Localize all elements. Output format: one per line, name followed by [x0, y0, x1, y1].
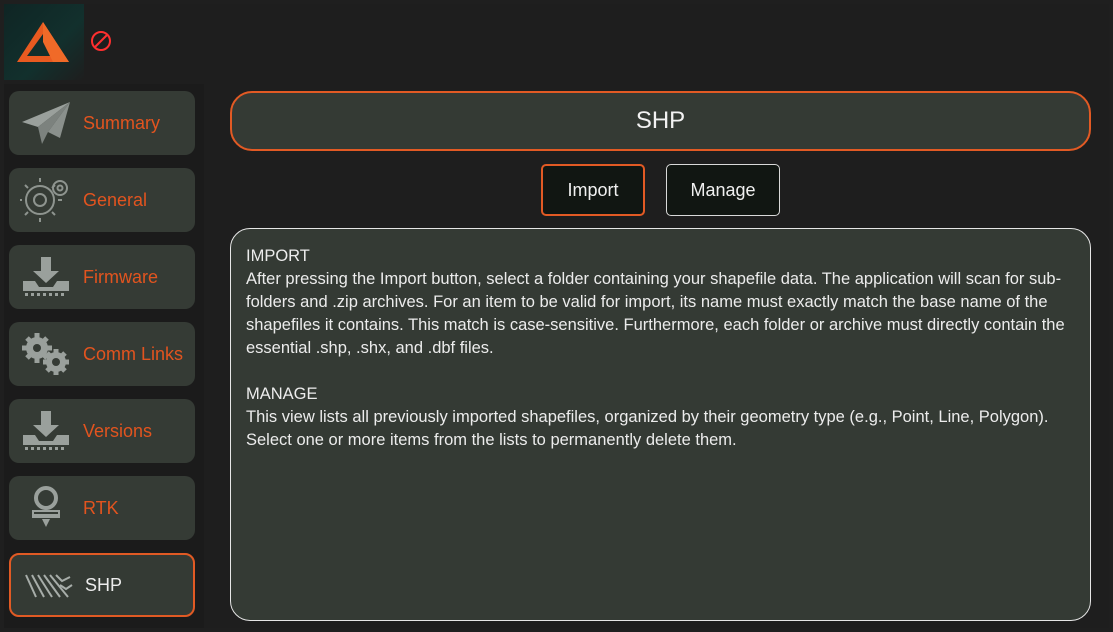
sidebar-item-label: General [83, 189, 148, 210]
sidebar-item-firmware[interactable]: Firmware [9, 245, 195, 309]
download-tray-icon [17, 406, 75, 456]
sidebar-item-label: Comm Links [83, 343, 184, 364]
logo [4, 4, 84, 80]
manage-heading: MANAGE [246, 385, 318, 403]
top-bar [4, 4, 1109, 80]
download-tray-icon [17, 252, 75, 302]
import-description: After pressing the Import button, select… [246, 270, 1065, 357]
sidebar-item-summary[interactable]: Summary [9, 91, 195, 155]
sidebar-item-label: SHP [85, 574, 123, 595]
sidebar-item-label: Versions [83, 420, 153, 441]
info-panel: IMPORT After pressing the Import button,… [230, 228, 1091, 621]
manage-description: This view lists all previously imported … [246, 408, 1049, 449]
page-title: SHP [230, 91, 1091, 151]
sidebar-item-shp[interactable]: SHP [9, 553, 195, 617]
sidebar-item-general[interactable]: General [9, 168, 195, 232]
manage-button[interactable]: Manage [666, 164, 780, 216]
gears-icon [17, 329, 75, 379]
rtk-antenna-icon [17, 483, 75, 533]
triangle-logo-icon [17, 22, 69, 62]
no-entry-icon[interactable] [90, 30, 112, 57]
sidebar-item-versions[interactable]: Versions [9, 399, 195, 463]
sidebar-item-rtk[interactable]: RTK [9, 476, 195, 540]
sidebar-item-label: Firmware [83, 266, 158, 287]
paper-plane-icon [17, 98, 75, 148]
import-heading: IMPORT [246, 247, 310, 265]
sidebar-item-label: Summary [83, 112, 161, 133]
gear-icon [17, 175, 75, 225]
import-button[interactable]: Import [541, 164, 645, 216]
sidebar-item-comm-links[interactable]: Comm Links [9, 322, 195, 386]
field-rows-icon [19, 560, 77, 610]
sidebar-item-label: RTK [83, 497, 119, 518]
